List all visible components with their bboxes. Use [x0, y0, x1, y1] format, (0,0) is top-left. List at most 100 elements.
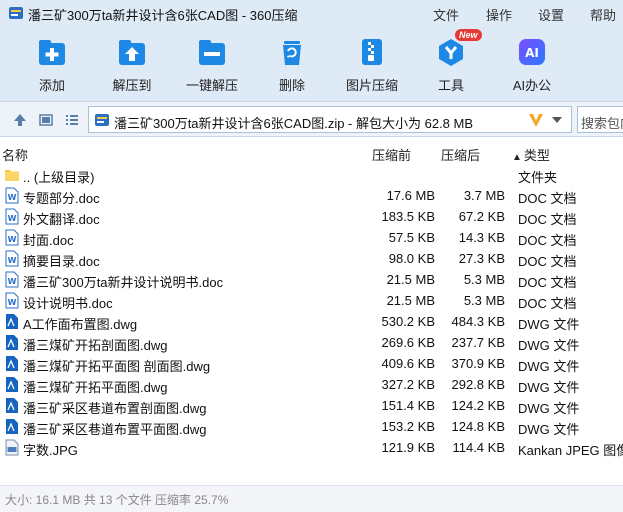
file-type: DOC 文档: [518, 212, 577, 227]
status-bar: 大小: 16.1 MB 共 13 个文件 压缩率 25.7%: [0, 485, 623, 512]
file-row[interactable]: W 封面.doc 57.5 KB 14.3 KB DOC 文档: [0, 227, 623, 248]
file-packed-size: 5.3 MB: [463, 272, 505, 287]
doc-file-icon: W: [5, 250, 19, 267]
file-type: DOC 文档: [518, 275, 577, 290]
image-compress-button[interactable]: 图片压缩: [342, 32, 402, 94]
file-size: 327.2 KB: [381, 377, 436, 392]
delete-label: 删除: [278, 78, 305, 93]
doc-file-icon: W: [5, 208, 19, 225]
file-row[interactable]: 潘三煤矿开拓平面图.dwg 327.2 KB 292.8 KB DWG 文件: [0, 374, 623, 395]
folder-file-icon: [5, 166, 19, 183]
file-type: DOC 文档: [518, 254, 577, 269]
one-click-extract-icon: [199, 40, 225, 65]
file-size: 151.4 KB: [381, 398, 436, 413]
file-name: 外文翻译.doc: [23, 212, 100, 227]
extract-to-button[interactable]: 解压到: [102, 32, 162, 94]
doc-file-icon: W: [5, 187, 19, 204]
svg-text:W: W: [8, 214, 17, 223]
app-logo-icon: [9, 7, 23, 19]
one-click-extract-button[interactable]: 一键解压: [180, 32, 244, 94]
file-packed-size: 14.3 KB: [458, 230, 505, 245]
image-compress-label: 图片压缩: [345, 78, 398, 93]
file-name: 潘三矿300万ta新井设计说明书.doc: [23, 275, 224, 290]
file-packed-size: 3.7 MB: [463, 188, 505, 203]
extract-to-icon: [119, 40, 145, 65]
file-name: 潘三煤矿开拓剖面图.dwg: [23, 338, 168, 353]
menu-help[interactable]: 帮助: [590, 5, 616, 24]
menu-settings[interactable]: 设置: [538, 5, 564, 24]
column-name[interactable]: 名称: [2, 145, 28, 164]
file-packed-size: 27.3 KB: [458, 251, 505, 266]
add-button[interactable]: 添加: [22, 32, 82, 94]
file-row[interactable]: .. (上级目录) 文件夹: [0, 164, 623, 185]
file-name: 潘三煤矿开拓平面图 剖面图.dwg: [23, 359, 211, 374]
ai-office-button[interactable]: AI AI办公: [502, 32, 562, 94]
file-row[interactable]: 潘三煤矿开拓平面图 剖面图.dwg 409.6 KB 370.9 KB DWG 文件: [0, 353, 623, 374]
svg-text:W: W: [8, 235, 17, 244]
file-packed-size: 484.3 KB: [451, 314, 506, 329]
file-row[interactable]: W 摘要目录.doc 98.0 KB 27.3 KB DOC 文档: [0, 248, 623, 269]
dwg-file-icon: [5, 418, 19, 435]
column-size[interactable]: 压缩前: [372, 145, 411, 164]
dwg-file-icon: [5, 313, 19, 330]
file-name: 专题部分.doc: [23, 191, 100, 206]
list-view-icon[interactable]: [64, 112, 80, 128]
file-row[interactable]: W 外文翻译.doc 183.5 KB 67.2 KB DOC 文档: [0, 206, 623, 227]
image-compress-icon: [362, 39, 382, 65]
extract-to-label: 解压到: [112, 78, 152, 93]
address-bar[interactable]: 潘三矿300万ta新井设计含6张CAD图.zip - 解包大小为 62.8 MB: [88, 106, 572, 133]
file-size: 409.6 KB: [381, 356, 436, 371]
search-placeholder: 搜索包内: [581, 116, 623, 131]
file-packed-size: 237.7 KB: [451, 335, 506, 350]
file-row[interactable]: A工作面布置图.dwg 530.2 KB 484.3 KB DWG 文件: [0, 311, 623, 332]
jpg-file-icon: [5, 439, 19, 456]
file-row[interactable]: W 潘三矿300万ta新井设计说明书.doc 21.5 MB 5.3 MB DOC 文档: [0, 269, 623, 290]
address-path: 潘三矿300万ta新井设计含6张CAD图.zip - 解包大小为 62.8 MB: [114, 116, 474, 131]
file-row[interactable]: 潘三矿采区巷道布置平面图.dwg 153.2 KB 124.8 KB DWG 文件: [0, 416, 623, 437]
file-packed-size: 124.8 KB: [451, 419, 506, 434]
file-packed-size: 292.8 KB: [451, 377, 506, 392]
dwg-file-icon: [5, 355, 19, 372]
svg-text:W: W: [8, 256, 17, 265]
delete-button[interactable]: 删除: [262, 32, 322, 94]
file-type: DOC 文档: [518, 296, 577, 311]
menu-file[interactable]: 文件: [433, 5, 459, 24]
file-row[interactable]: 潘三矿采区巷道布置剖面图.dwg 151.4 KB 124.2 KB DWG 文件: [0, 395, 623, 416]
status-text: 大小: 16.1 MB 共 13 个文件 压缩率 25.7%: [5, 493, 229, 507]
search-input[interactable]: 搜索包内: [577, 106, 623, 133]
file-packed-size: 370.9 KB: [451, 356, 506, 371]
doc-file-icon: W: [5, 292, 19, 309]
add-label: 添加: [38, 78, 65, 93]
menu-operation[interactable]: 操作: [486, 5, 512, 24]
zip-file-icon: [95, 114, 109, 126]
file-name: 设计说明书.doc: [23, 296, 113, 311]
file-size: 17.6 MB: [386, 188, 435, 203]
column-packed[interactable]: 压缩后: [441, 145, 480, 164]
file-row[interactable]: W 专题部分.doc 17.6 MB 3.7 MB DOC 文档: [0, 185, 623, 206]
dwg-file-icon: [5, 376, 19, 393]
v-logo-icon[interactable]: [527, 111, 545, 129]
file-packed-size: 67.2 KB: [458, 209, 505, 224]
file-size: 153.2 KB: [381, 419, 436, 434]
doc-file-icon: W: [5, 271, 19, 288]
thumbnail-view-icon[interactable]: [38, 112, 54, 128]
file-name: 潘三矿采区巷道布置剖面图.dwg: [23, 401, 207, 416]
file-row[interactable]: 字数.JPG 121.9 KB 114.4 KB Kankan JPEG 图像: [0, 437, 623, 458]
toolbar: 添加 解压到 一键解压 删除 图片压缩 New 工具 AI AI办公: [0, 29, 623, 96]
column-header: 名称 压缩前 压缩后 ▲ 类型: [0, 141, 623, 163]
column-type[interactable]: ▲ 类型: [512, 145, 550, 164]
address-dropdown-icon[interactable]: [552, 117, 562, 123]
svg-text:W: W: [8, 193, 17, 202]
file-type: DOC 文档: [518, 191, 577, 206]
file-packed-size: 5.3 MB: [463, 293, 505, 308]
file-row[interactable]: 潘三煤矿开拓剖面图.dwg 269.6 KB 237.7 KB DWG 文件: [0, 332, 623, 353]
tools-button[interactable]: New 工具: [421, 29, 482, 94]
svg-text:W: W: [8, 277, 17, 286]
file-size: 57.5 KB: [388, 230, 435, 245]
file-row[interactable]: W 设计说明书.doc 21.5 MB 5.3 MB DOC 文档: [0, 290, 623, 311]
up-arrow-icon[interactable]: [12, 112, 28, 128]
file-size: 183.5 KB: [381, 209, 436, 224]
file-size: 21.5 MB: [386, 293, 435, 308]
file-type: DWG 文件: [518, 380, 580, 395]
file-size: 98.0 KB: [388, 251, 435, 266]
